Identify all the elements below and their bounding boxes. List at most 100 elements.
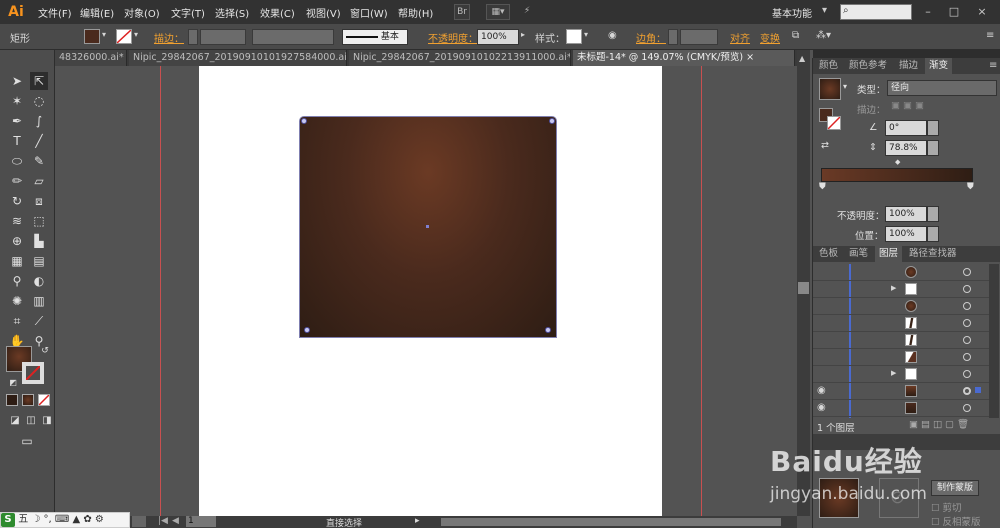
menu-view[interactable]: 视图(V): [306, 5, 341, 20]
layer-row[interactable]: [813, 315, 989, 332]
gradient-ramp[interactable]: [821, 168, 973, 182]
tab-gradient[interactable]: 渐变: [925, 58, 953, 74]
invert-mask-checkbox[interactable]: ☐ 反相蒙版: [931, 514, 981, 528]
opacity-label[interactable]: 不透明度：: [428, 30, 478, 45]
panel-menu-icon[interactable]: ≡: [989, 60, 997, 71]
free-transform-icon[interactable]: ⬚: [30, 212, 48, 230]
type-tool-icon[interactable]: T: [8, 132, 26, 150]
tab-color[interactable]: 颜色: [815, 58, 842, 74]
tab-brushes[interactable]: 画笔: [845, 246, 872, 262]
magic-wand-icon[interactable]: ✶: [8, 92, 26, 110]
pen-tool-icon[interactable]: ✒: [8, 112, 26, 130]
draw-inside-icon[interactable]: ◨: [38, 412, 56, 430]
artboard-number-field[interactable]: 1: [186, 516, 216, 527]
perspective-grid-icon[interactable]: ▙: [30, 232, 48, 250]
visibility-eye-icon[interactable]: ◉: [817, 402, 826, 413]
gradient-location-field[interactable]: 100%: [885, 226, 927, 242]
close-button[interactable]: ×: [972, 4, 992, 20]
align-link[interactable]: 对齐: [730, 30, 750, 45]
gradient-stop-start[interactable]: ⛊: [819, 182, 826, 192]
expand-triangle-icon[interactable]: ▶: [891, 369, 896, 377]
stroke-color-box[interactable]: [22, 362, 44, 384]
swap-fill-stroke-icon[interactable]: ↺: [36, 342, 54, 360]
default-colors-icon[interactable]: ◩: [4, 374, 22, 392]
eraser-icon[interactable]: ▱: [30, 172, 48, 190]
blend-tool-icon[interactable]: ◐: [30, 272, 48, 290]
menu-effect[interactable]: 效果(C): [260, 5, 295, 20]
menu-object[interactable]: 对象(O): [124, 5, 160, 20]
document-tab-active[interactable]: 未标题-14* @ 149.07% (CMYK/预览) ×: [573, 50, 795, 66]
target-icon[interactable]: [963, 302, 971, 310]
scale-tool-icon[interactable]: ⧈: [30, 192, 48, 210]
lasso-icon[interactable]: ◌: [30, 92, 48, 110]
gradient-opacity-dropdown[interactable]: [927, 206, 939, 222]
slice-tool-icon[interactable]: ⟋: [30, 312, 48, 330]
document-tab[interactable]: Nipic_29842067_20190910102213911000.ai* …: [349, 50, 571, 66]
gradient-preview-swatch[interactable]: [819, 78, 841, 100]
target-icon[interactable]: [963, 285, 971, 293]
target-icon[interactable]: [963, 404, 971, 412]
layer-row[interactable]: [813, 349, 989, 366]
gradient-opacity-field[interactable]: 100%: [885, 206, 927, 222]
tab-layers[interactable]: 图层: [875, 246, 903, 262]
target-icon[interactable]: [963, 387, 971, 395]
anchor-point[interactable]: [304, 327, 310, 333]
layer-row[interactable]: ◉: [813, 400, 989, 417]
selection-tool-icon[interactable]: ➤: [8, 72, 26, 90]
curvature-tool-icon[interactable]: ∫: [30, 112, 48, 130]
menu-help[interactable]: 帮助(H): [398, 5, 433, 20]
workspace-switcher[interactable]: 基本功能: [772, 5, 812, 20]
style-chevron-icon[interactable]: ▾: [584, 30, 588, 39]
make-mask-button[interactable]: 制作蒙版: [931, 480, 979, 496]
document-tab[interactable]: 48326000.ai* ×: [55, 50, 127, 66]
layer-row[interactable]: ◉: [813, 383, 989, 400]
gradient-preset-chevron-icon[interactable]: ▾: [843, 82, 847, 91]
stroke-label[interactable]: 描边：: [154, 30, 184, 45]
gradient-type-dropdown[interactable]: 径向: [887, 80, 997, 96]
transform-link[interactable]: 变换: [760, 30, 780, 45]
stroke-swatch-none[interactable]: [116, 29, 132, 44]
layer-actions-icons[interactable]: ▣ ▤ ◫ ▢ 🗑: [909, 419, 969, 430]
aspect-ratio-dropdown[interactable]: [927, 140, 939, 156]
menu-window[interactable]: 窗口(W): [350, 5, 388, 20]
eyedropper-icon[interactable]: ⚲: [8, 272, 26, 290]
bridge-button[interactable]: Br: [454, 4, 470, 20]
menu-edit[interactable]: 编辑(E): [80, 5, 114, 20]
tab-stroke[interactable]: 描边: [895, 58, 922, 74]
ellipse-tool-icon[interactable]: ⬭: [8, 152, 26, 170]
layer-row[interactable]: ▶: [813, 366, 989, 383]
gradient-stop-end[interactable]: ⛊: [967, 182, 974, 192]
anchor-point[interactable]: [549, 118, 555, 124]
isolate-object-icon[interactable]: ⧉: [792, 30, 799, 41]
stroke-gradient-options-icon[interactable]: ▣ ▣ ▣: [891, 100, 924, 111]
menu-type[interactable]: 文字(T): [171, 5, 205, 20]
line-segment-icon[interactable]: ╱: [30, 132, 48, 150]
column-graph-icon[interactable]: ▥: [30, 292, 48, 310]
stroke-weight-field[interactable]: [200, 29, 246, 45]
prev-artboard-icon[interactable]: ◀: [172, 516, 179, 526]
artboard-tool-icon[interactable]: ⌗: [8, 312, 26, 330]
symbol-sprayer-icon[interactable]: ✺: [8, 292, 26, 310]
visibility-eye-icon[interactable]: ◉: [817, 385, 826, 396]
arrange-icon[interactable]: ⁂▾: [816, 30, 831, 41]
shape-builder-icon[interactable]: ⊕: [8, 232, 26, 250]
brush-definition-dropdown[interactable]: 基本: [342, 29, 408, 45]
layer-row[interactable]: ▶: [813, 281, 989, 298]
ime-toolbar[interactable]: S 五 ☽ °, ⌨ ▲ ✿ ⚙: [0, 512, 130, 528]
corner-label[interactable]: 边角：: [636, 30, 666, 45]
angle-dropdown[interactable]: [927, 120, 939, 136]
anchor-point[interactable]: [545, 327, 551, 333]
corner-stepper[interactable]: [668, 29, 678, 45]
gradient-location-dropdown[interactable]: [927, 226, 939, 242]
menu-file[interactable]: 文件(F): [38, 5, 72, 20]
search-input[interactable]: [840, 4, 912, 20]
reverse-gradient-icon[interactable]: ⇄: [821, 140, 829, 151]
target-icon[interactable]: [963, 319, 971, 327]
layer-row[interactable]: [813, 298, 989, 315]
opacity-field[interactable]: 100%: [477, 29, 519, 45]
panel-menu-icon[interactable]: ≡: [986, 30, 994, 41]
direct-selection-tool-icon[interactable]: ⇱: [30, 72, 48, 90]
paintbrush-icon[interactable]: ✎: [30, 152, 48, 170]
gradient-mode-button[interactable]: [22, 394, 34, 406]
document-tab[interactable]: Nipic_29842067_20190910101927584000.ai* …: [129, 50, 347, 66]
